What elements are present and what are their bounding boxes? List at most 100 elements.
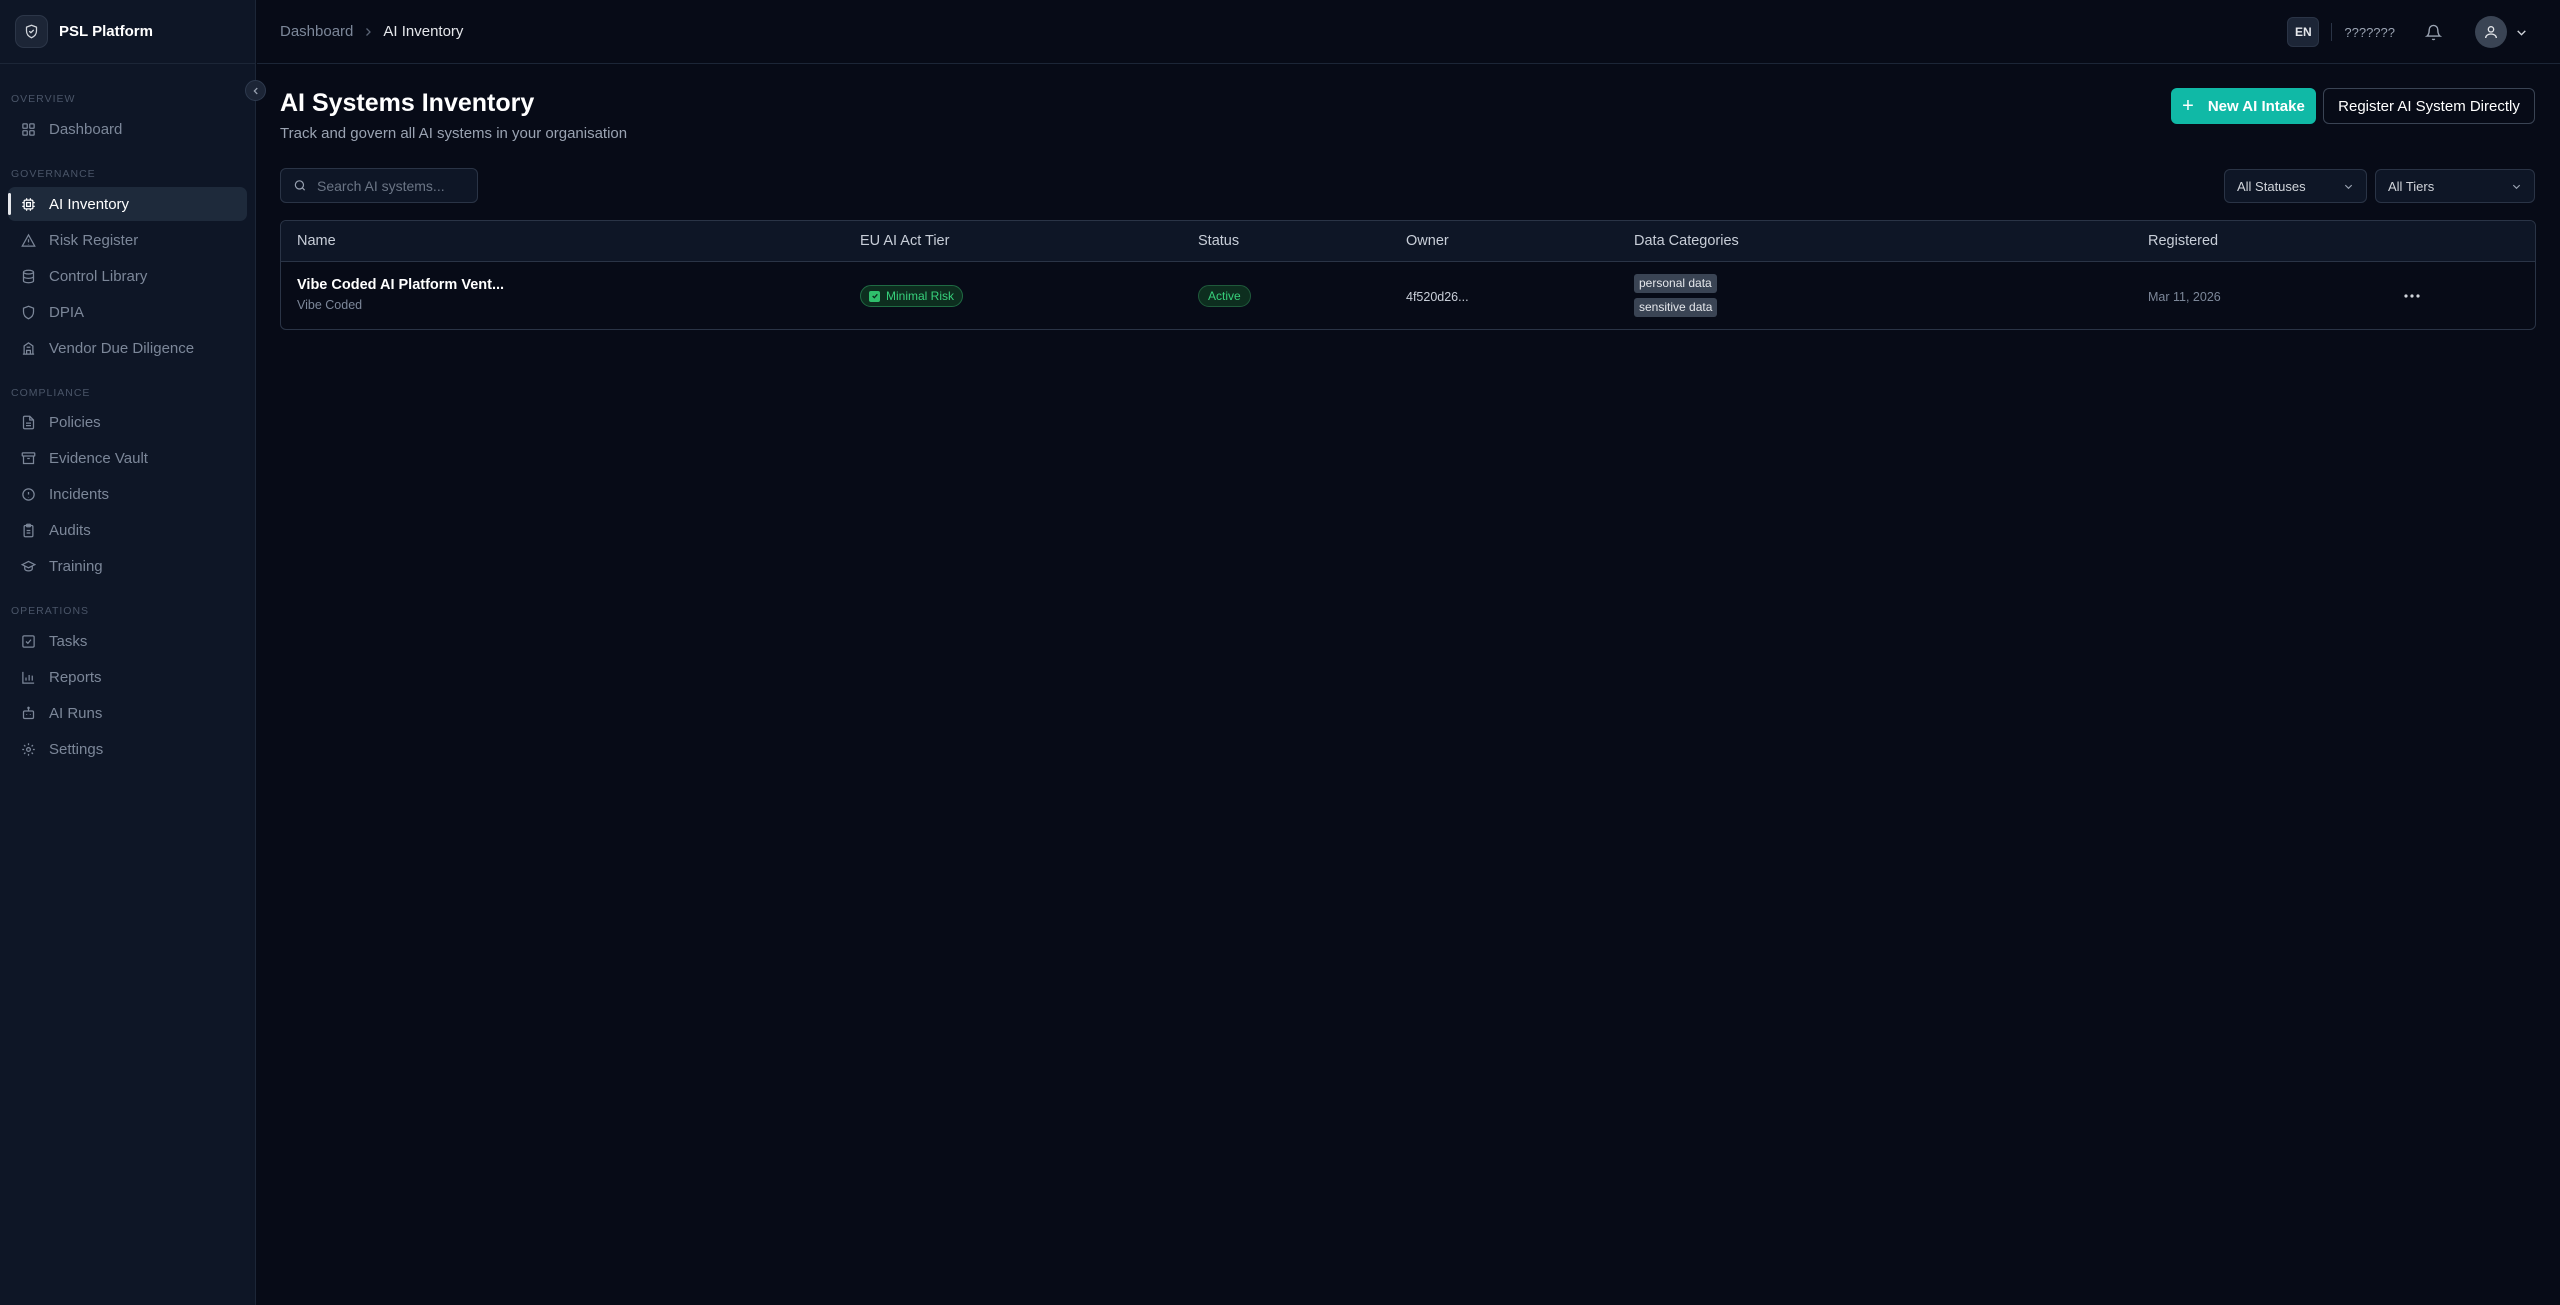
shield-logo-icon bbox=[15, 15, 48, 48]
more-horizontal-icon bbox=[2404, 294, 2420, 298]
chevron-down-icon[interactable] bbox=[2515, 26, 2528, 39]
status-badge: Active bbox=[1198, 285, 1251, 307]
sidebar-item-label: Settings bbox=[49, 740, 104, 758]
sidebar-item-audits[interactable]: Audits bbox=[8, 513, 247, 547]
sidebar-item-label: Reports bbox=[49, 668, 102, 686]
sidebar-item-dpia[interactable]: DPIA bbox=[8, 295, 247, 329]
sidebar-item-label: Dashboard bbox=[49, 120, 123, 138]
topbar-actions: EN ??????? bbox=[2287, 0, 2528, 64]
category-tag: personal data bbox=[1634, 274, 1717, 293]
user-icon bbox=[2485, 26, 2497, 39]
breadcrumb-dashboard-link[interactable]: Dashboard bbox=[280, 23, 353, 40]
sidebar-item-evidence-vault[interactable]: Evidence Vault bbox=[8, 441, 247, 475]
breadcrumb: Dashboard AI Inventory bbox=[280, 23, 463, 40]
sidebar-item-incidents[interactable]: Incidents bbox=[8, 477, 247, 511]
new-ai-intake-button[interactable]: + New AI Intake bbox=[2171, 88, 2316, 124]
chevron-down-icon bbox=[2344, 184, 2353, 189]
sidebar-item-label: AI Inventory bbox=[49, 195, 130, 213]
sidebar-item-label: DPIA bbox=[49, 303, 85, 321]
search-input[interactable] bbox=[317, 177, 477, 194]
page-subtitle: Track and govern all AI systems in your … bbox=[280, 125, 628, 142]
sidebar-item-label: Control Library bbox=[49, 267, 148, 285]
section-label-compliance: COMPLIANCE bbox=[11, 387, 91, 399]
row-actions-button[interactable] bbox=[2400, 286, 2424, 306]
plus-icon: + bbox=[2182, 95, 2194, 117]
sidebar-item-label: Audits bbox=[49, 521, 91, 539]
column-header-owner[interactable]: Owner bbox=[1406, 233, 1449, 249]
registered-date: Mar 11, 2026 bbox=[2148, 290, 2221, 304]
column-header-data-categories[interactable]: Data Categories bbox=[1634, 233, 1739, 249]
register-ai-system-button[interactable]: Register AI System Directly bbox=[2323, 88, 2535, 124]
system-name-cell: Vibe Coded AI Platform Vent... Vibe Code… bbox=[297, 277, 504, 312]
file-text-icon bbox=[20, 414, 36, 430]
alert-triangle-icon bbox=[20, 232, 36, 248]
column-header-registered[interactable]: Registered bbox=[2148, 233, 2218, 249]
chevron-right-icon bbox=[362, 26, 374, 38]
column-header-tier[interactable]: EU AI Act Tier bbox=[860, 233, 949, 249]
sidebar-item-label: Risk Register bbox=[49, 231, 139, 249]
section-label-operations: OPERATIONS bbox=[11, 605, 90, 617]
owner-id: 4f520d26... bbox=[1406, 290, 1469, 304]
sidebar-item-reports[interactable]: Reports bbox=[8, 660, 247, 694]
check-icon bbox=[869, 290, 880, 302]
graduation-cap-icon bbox=[20, 558, 36, 574]
sidebar-item-policies[interactable]: Policies bbox=[8, 405, 247, 439]
sidebar-item-dashboard[interactable]: Dashboard bbox=[8, 112, 247, 146]
alert-circle-icon bbox=[20, 486, 36, 502]
bell-icon[interactable] bbox=[2423, 22, 2443, 42]
system-name[interactable]: Vibe Coded AI Platform Vent... bbox=[297, 277, 504, 293]
app-root: PSL Platform OVERVIEW Dashboard GOVERNAN… bbox=[0, 0, 2560, 1305]
database-icon bbox=[20, 268, 36, 284]
chevron-down-icon bbox=[2512, 184, 2521, 189]
tier-cell: Minimal Risk bbox=[860, 285, 964, 307]
sidebar-item-label: Training bbox=[49, 557, 103, 575]
search-icon bbox=[294, 180, 306, 191]
sidebar-item-settings[interactable]: Settings bbox=[8, 732, 247, 766]
brand[interactable]: PSL Platform bbox=[0, 0, 255, 64]
sidebar-item-risk-register[interactable]: Risk Register bbox=[8, 223, 247, 257]
avatar[interactable] bbox=[2475, 16, 2507, 48]
sidebar-item-label: Incidents bbox=[49, 485, 110, 503]
page-title: AI Systems Inventory bbox=[280, 89, 535, 117]
status-filter-select[interactable]: All Statuses bbox=[2224, 169, 2367, 203]
sidebar-item-ai-inventory[interactable]: AI Inventory bbox=[8, 187, 247, 221]
divider bbox=[2331, 23, 2333, 41]
user-name-label: ??????? bbox=[2344, 24, 2395, 40]
layout-grid-icon bbox=[20, 121, 36, 137]
search-field bbox=[280, 168, 478, 203]
tier-filter-value: All Tiers bbox=[2388, 178, 2435, 194]
cpu-icon bbox=[20, 196, 36, 212]
topbar: Dashboard AI Inventory EN ??????? bbox=[257, 0, 2560, 64]
sidebar-item-tasks[interactable]: Tasks bbox=[8, 624, 247, 658]
ai-systems-table: Name EU AI Act Tier Status Owner Data Ca… bbox=[280, 220, 2536, 330]
tier-filter-select[interactable]: All Tiers bbox=[2375, 169, 2535, 203]
sidebar-item-vendor-due-diligence[interactable]: Vendor Due Diligence bbox=[8, 331, 247, 365]
section-label-overview: OVERVIEW bbox=[11, 93, 76, 105]
gear-icon bbox=[20, 741, 36, 757]
sidebar-item-label: Policies bbox=[49, 413, 101, 431]
register-ai-system-label: Register AI System Directly bbox=[2338, 97, 2520, 115]
sidebar-item-label: Vendor Due Diligence bbox=[49, 339, 195, 357]
sidebar-item-training[interactable]: Training bbox=[8, 549, 247, 583]
tier-label: Minimal Risk bbox=[886, 289, 955, 303]
table-row[interactable]: Vibe Coded AI Platform Vent... Vibe Code… bbox=[281, 262, 2535, 329]
sidebar: PSL Platform OVERVIEW Dashboard GOVERNAN… bbox=[0, 0, 256, 1305]
status-cell: Active bbox=[1198, 285, 1251, 307]
collapse-sidebar-button[interactable] bbox=[245, 80, 266, 101]
section-label-governance: GOVERNANCE bbox=[11, 168, 96, 180]
sidebar-item-label: AI Runs bbox=[49, 704, 103, 722]
sidebar-item-label: Evidence Vault bbox=[49, 449, 148, 467]
clipboard-icon bbox=[20, 522, 36, 538]
table-header: Name EU AI Act Tier Status Owner Data Ca… bbox=[281, 221, 2535, 262]
new-ai-intake-label: New AI Intake bbox=[2207, 97, 2305, 115]
sidebar-item-ai-runs[interactable]: AI Runs bbox=[8, 696, 247, 730]
archive-icon bbox=[20, 450, 36, 466]
data-categories-cell: personal data sensitive data bbox=[1634, 274, 1718, 322]
column-header-name[interactable]: Name bbox=[297, 233, 336, 249]
sidebar-item-control-library[interactable]: Control Library bbox=[8, 259, 247, 293]
shield-icon bbox=[20, 304, 36, 320]
language-switcher[interactable]: EN bbox=[2287, 17, 2320, 47]
column-header-status[interactable]: Status bbox=[1198, 233, 1239, 249]
building-icon bbox=[20, 340, 36, 356]
bot-icon bbox=[20, 705, 36, 721]
